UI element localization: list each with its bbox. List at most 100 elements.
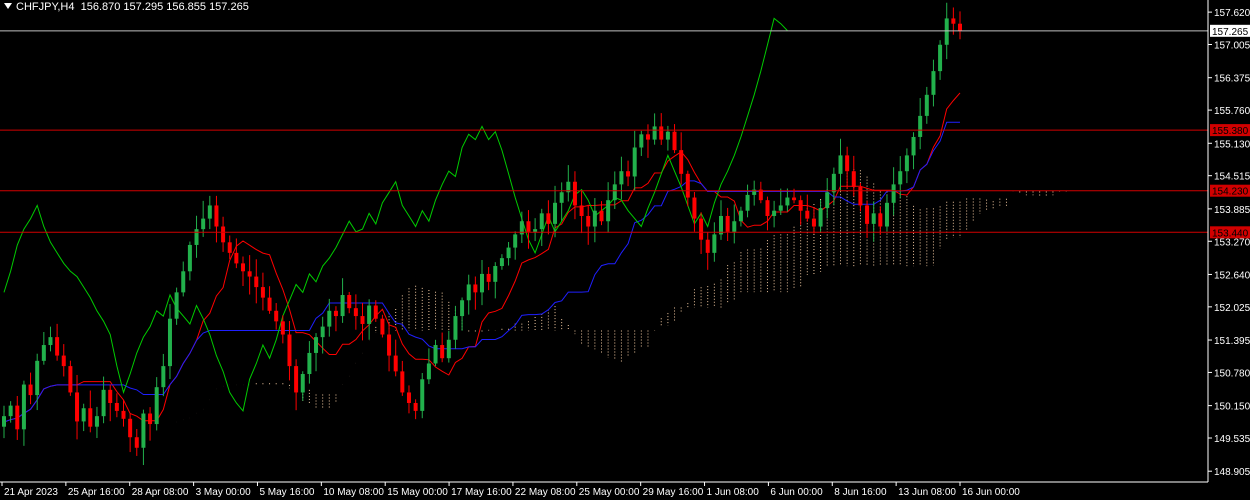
candle-body xyxy=(121,410,126,419)
candle-body xyxy=(599,210,604,222)
x-tick-label: 29 May 16:00 xyxy=(643,487,704,498)
candle-body xyxy=(626,171,631,177)
candle-body xyxy=(400,371,405,393)
candle-body xyxy=(367,305,372,324)
candle-body xyxy=(201,218,206,230)
candle-body xyxy=(918,115,923,137)
candle-body xyxy=(732,221,737,232)
candle-body xyxy=(426,363,431,380)
candle-body xyxy=(280,321,285,335)
candle-body xyxy=(207,205,212,219)
candle-body xyxy=(347,294,352,309)
candle-body xyxy=(493,266,498,282)
candle-body xyxy=(712,234,717,253)
x-tick-label: 6 Jun 00:00 xyxy=(770,487,823,498)
candle-body xyxy=(413,402,418,411)
candle-body xyxy=(924,94,929,116)
candle-body xyxy=(619,171,624,185)
y-tick-label: 154.515 xyxy=(1214,172,1250,183)
candle-body xyxy=(380,318,385,335)
candle-body xyxy=(307,352,312,375)
candle-body xyxy=(546,213,551,224)
candle-body xyxy=(148,413,153,425)
candle-body xyxy=(951,18,956,24)
candle-body xyxy=(35,360,40,396)
candle-body xyxy=(420,379,425,411)
candle-body xyxy=(559,192,564,203)
candle-body xyxy=(21,384,26,430)
candle-body xyxy=(61,355,66,367)
candle-body xyxy=(128,418,133,438)
candle-body xyxy=(440,345,445,359)
candle-body xyxy=(871,213,876,224)
candle-body xyxy=(612,184,617,201)
candle-body xyxy=(592,210,597,227)
y-tick-label: 155.760 xyxy=(1214,106,1250,117)
candle-body xyxy=(247,271,252,277)
y-tick-label: 149.535 xyxy=(1214,434,1250,445)
x-tick-label: 17 May 16:00 xyxy=(451,487,512,498)
candle-body xyxy=(931,71,936,95)
candle-body xyxy=(241,263,245,272)
candle-body xyxy=(719,215,723,235)
candle-body xyxy=(772,210,777,216)
candle-body xyxy=(68,366,73,393)
x-tick-label: 16 Jun 00:00 xyxy=(962,487,1020,498)
candle-body xyxy=(679,150,684,174)
candle-body xyxy=(254,276,259,288)
candle-body xyxy=(453,316,458,340)
candle-body xyxy=(851,171,856,188)
candle-body xyxy=(865,205,870,224)
candle-body xyxy=(665,131,670,140)
y-tick-label: 150.780 xyxy=(1214,368,1250,379)
candle-body xyxy=(433,345,438,364)
candle-body xyxy=(300,374,305,393)
candle-body xyxy=(506,247,511,259)
candle-body xyxy=(831,173,836,193)
x-tick-label: 25 Apr 16:00 xyxy=(68,487,125,498)
candle-body xyxy=(645,134,650,140)
y-tick-label: 157.005 xyxy=(1214,41,1250,52)
candle-body xyxy=(738,210,743,222)
price-chart[interactable]: 157.265155.380154.230153.440 157.620157.… xyxy=(0,0,1250,500)
candle-body xyxy=(805,210,810,219)
ichimoku-cloud xyxy=(255,169,1067,408)
candle-body xyxy=(845,155,850,172)
candle-body xyxy=(88,408,93,427)
candle-body xyxy=(692,197,697,219)
candle-body xyxy=(154,387,159,425)
level-label: 157.265 xyxy=(1212,27,1249,38)
candle-body xyxy=(798,200,803,211)
candle-body xyxy=(294,366,299,393)
x-tick-label: 28 Apr 08:00 xyxy=(132,487,189,498)
candle-body xyxy=(320,326,325,338)
candle-body xyxy=(181,271,186,293)
candle-body xyxy=(705,239,710,253)
candle-body xyxy=(672,131,677,151)
candle-body xyxy=(958,23,962,31)
candle-body xyxy=(539,213,544,230)
candle-body xyxy=(499,258,504,267)
candle-body xyxy=(699,218,704,240)
candle-body xyxy=(287,334,292,367)
candle-body xyxy=(460,300,465,317)
candle-body xyxy=(387,334,392,356)
candle-body xyxy=(466,284,471,301)
candle-body xyxy=(28,384,33,396)
candle-body xyxy=(221,226,226,243)
axes: 157.620 157.005 156.375 155.760 155.130 154.5… xyxy=(0,0,1250,498)
x-tick-label: 3 May 00:00 xyxy=(196,487,251,498)
candle-body xyxy=(333,310,338,317)
candle-body xyxy=(274,310,279,322)
candle-body xyxy=(891,184,896,203)
candle-body xyxy=(652,126,657,140)
horizontal-levels: 157.265155.380154.230153.440 xyxy=(0,24,1250,239)
candle-body xyxy=(818,208,823,227)
candle-body xyxy=(2,416,6,427)
y-tick-label: 152.025 xyxy=(1214,303,1250,314)
candle-body xyxy=(353,308,358,317)
candle-body xyxy=(134,437,139,448)
candle-body xyxy=(161,366,166,388)
candle-body xyxy=(765,200,770,216)
candle-body xyxy=(314,337,319,353)
